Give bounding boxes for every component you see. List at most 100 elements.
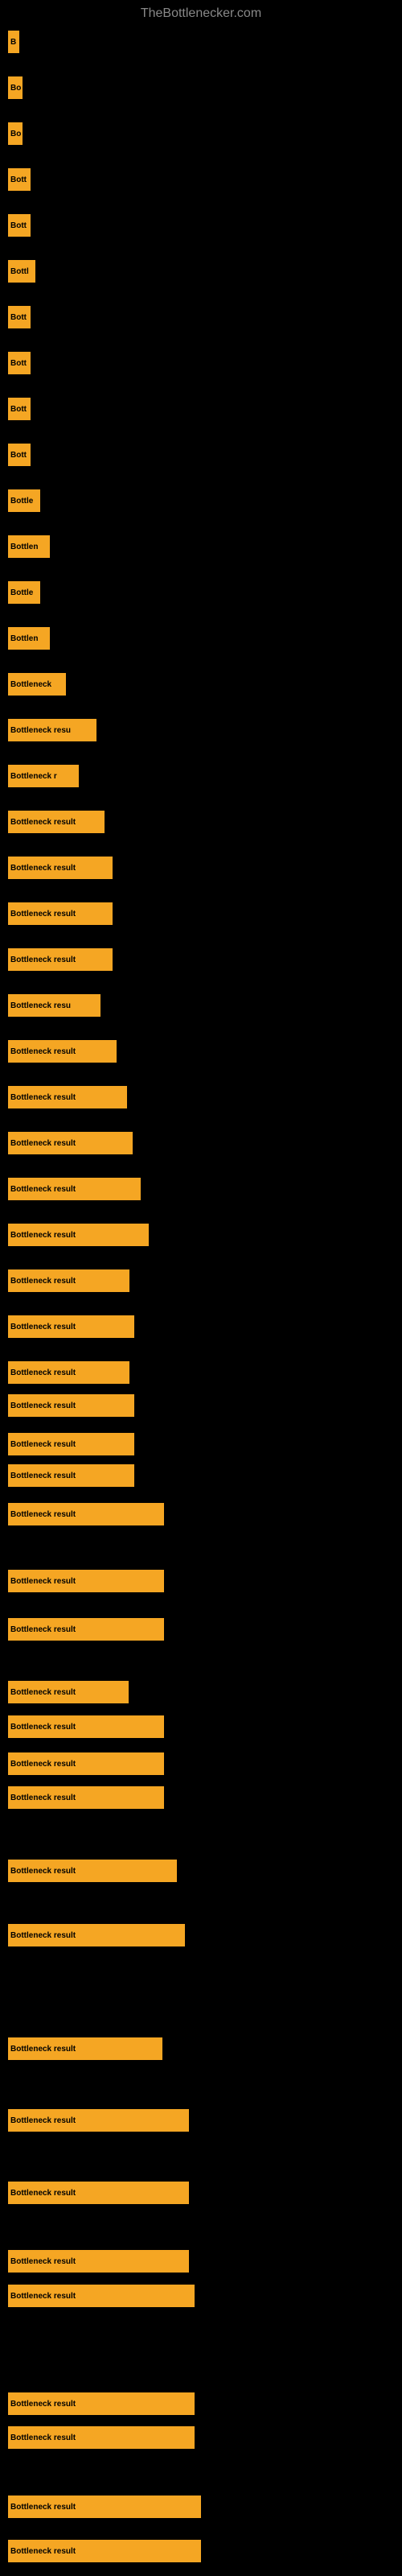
bar: Bottleneck result xyxy=(8,1040,117,1063)
bar: Bottleneck result xyxy=(8,2250,189,2273)
bar-label: Bottleneck result xyxy=(10,2547,76,2556)
bar: Bottleneck result xyxy=(8,1361,129,1384)
bar: Bottleneck result xyxy=(8,1394,134,1417)
bar: Bo xyxy=(8,76,23,99)
bar-label: Bottleneck result xyxy=(10,1867,76,1876)
bar-label: Bottleneck result xyxy=(10,1510,76,1519)
bar: Bott xyxy=(8,352,31,374)
bar: Bottleneck result xyxy=(8,1433,134,1455)
bar-row: Bottleneck result xyxy=(8,1464,134,1487)
bar-row: Bottleneck result xyxy=(8,1394,134,1417)
bar-row: Bottleneck resu xyxy=(8,994,100,1017)
bar-label: Bottleneck result xyxy=(10,2434,76,2442)
bar: Bottleneck result xyxy=(8,1786,164,1809)
bar-label: Bottleneck resu xyxy=(10,1001,71,1010)
bar-label: Bottleneck result xyxy=(10,2045,76,2054)
bar-row: Bottleneck result xyxy=(8,1132,133,1154)
bar: Bottlen xyxy=(8,627,50,650)
bar-label: Bottleneck result xyxy=(10,1368,76,1377)
bar: B xyxy=(8,31,19,53)
bar: Bottleneck result xyxy=(8,1086,127,1108)
bar: Bottleneck result xyxy=(8,1715,164,1738)
bar-row: Bottleneck r xyxy=(8,765,79,787)
bar-row: Bottle xyxy=(8,489,40,512)
bar-label: Bottleneck result xyxy=(10,1047,76,1056)
bar: Bottleneck result xyxy=(8,1315,134,1338)
bar-row: Bottleneck result xyxy=(8,811,105,833)
bar-label: Bottleneck result xyxy=(10,1760,76,1769)
bar-row: Bottleneck result xyxy=(8,1503,164,1525)
bar-row: Bott xyxy=(8,214,31,237)
bar-row: Bottlen xyxy=(8,535,50,558)
bar-label: Bottle xyxy=(10,497,33,506)
bar: Bottleneck resu xyxy=(8,994,100,1017)
bar-label: Bottleneck result xyxy=(10,956,76,964)
bar-row: Bottleneck result xyxy=(8,2109,189,2132)
bar: Bottleneck result xyxy=(8,1503,164,1525)
bar-label: Bottleneck result xyxy=(10,1093,76,1102)
bar-label: Bott xyxy=(10,221,27,230)
bar-row: Bottleneck result xyxy=(8,1040,117,1063)
bar: Bott xyxy=(8,444,31,466)
bar: Bott xyxy=(8,214,31,237)
bar: Bottleneck xyxy=(8,673,66,696)
bar-label: Bottleneck result xyxy=(10,1472,76,1480)
bar-label: Bottleneck result xyxy=(10,1577,76,1586)
bar: Bottleneck result xyxy=(8,1224,149,1246)
bar-label: Bottleneck result xyxy=(10,2257,76,2266)
bar-row: Bott xyxy=(8,398,31,420)
bar-row: Bottleneck result xyxy=(8,1924,185,1946)
bar-row: Bottleneck result xyxy=(8,2392,195,2415)
bar-row: Bottleneck result xyxy=(8,1570,164,1592)
bar-row: Bottle xyxy=(8,581,40,604)
bar-label: Bottleneck result xyxy=(10,1794,76,1802)
bar-label: Bottleneck result xyxy=(10,1625,76,1634)
bar-label: Bottlen xyxy=(10,543,38,551)
bar-label: Bottleneck result xyxy=(10,2116,76,2125)
bar-row: Bottleneck result xyxy=(8,1752,164,1775)
bar-row: Bottleneck result xyxy=(8,2182,189,2204)
site-title: TheBottlenecker.com xyxy=(0,0,402,27)
bar: Bottleneck result xyxy=(8,1570,164,1592)
bar-row: Bottleneck result xyxy=(8,1178,141,1200)
bar-label: Bottleneck result xyxy=(10,1723,76,1732)
bar-label: Bo xyxy=(10,130,21,138)
bar: Bott xyxy=(8,306,31,328)
bar: Bottleneck result xyxy=(8,948,113,971)
bar-row: Bottleneck result xyxy=(8,1361,129,1384)
bar: Bottleneck result xyxy=(8,857,113,879)
bar: Bottlen xyxy=(8,535,50,558)
bar-row: Bo xyxy=(8,122,23,145)
bar-row: Bottleneck result xyxy=(8,1618,164,1641)
bar-label: Bottleneck r xyxy=(10,772,57,781)
bar: Bottleneck result xyxy=(8,811,105,833)
bar-row: Bottleneck result xyxy=(8,857,113,879)
bar-label: Bottleneck result xyxy=(10,2292,76,2301)
bar-label: Bo xyxy=(10,84,21,93)
bar-label: Bottleneck xyxy=(10,680,51,689)
bar: Bottl xyxy=(8,260,35,283)
bar-row: Bottleneck xyxy=(8,673,66,696)
bar: Bott xyxy=(8,168,31,191)
bar-row: Bottleneck result xyxy=(8,948,113,971)
bar: Bottleneck result xyxy=(8,2540,201,2562)
bar: Bottleneck result xyxy=(8,1178,141,1200)
bar-row: Bottleneck result xyxy=(8,1315,134,1338)
bar-row: B xyxy=(8,31,19,53)
bar-row: Bottleneck result xyxy=(8,2426,195,2449)
bar-row: Bottl xyxy=(8,260,35,283)
bar-label: Bottleneck result xyxy=(10,1931,76,1940)
bar: Bottleneck result xyxy=(8,2109,189,2132)
bar-row: Bott xyxy=(8,306,31,328)
bar: Bottleneck result xyxy=(8,1681,129,1703)
bar: Bottleneck result xyxy=(8,2496,201,2518)
bar: Bottle xyxy=(8,489,40,512)
bar: Bottleneck result xyxy=(8,2426,195,2449)
bar-row: Bottleneck result xyxy=(8,1860,177,1882)
bar: Bottleneck result xyxy=(8,2037,162,2060)
bar-label: Bottleneck result xyxy=(10,1323,76,1331)
bar: Bottleneck result xyxy=(8,2182,189,2204)
bar-label: Bottleneck result xyxy=(10,2503,76,2512)
bar-row: Bo xyxy=(8,76,23,99)
bar-row: Bottleneck result xyxy=(8,2285,195,2307)
